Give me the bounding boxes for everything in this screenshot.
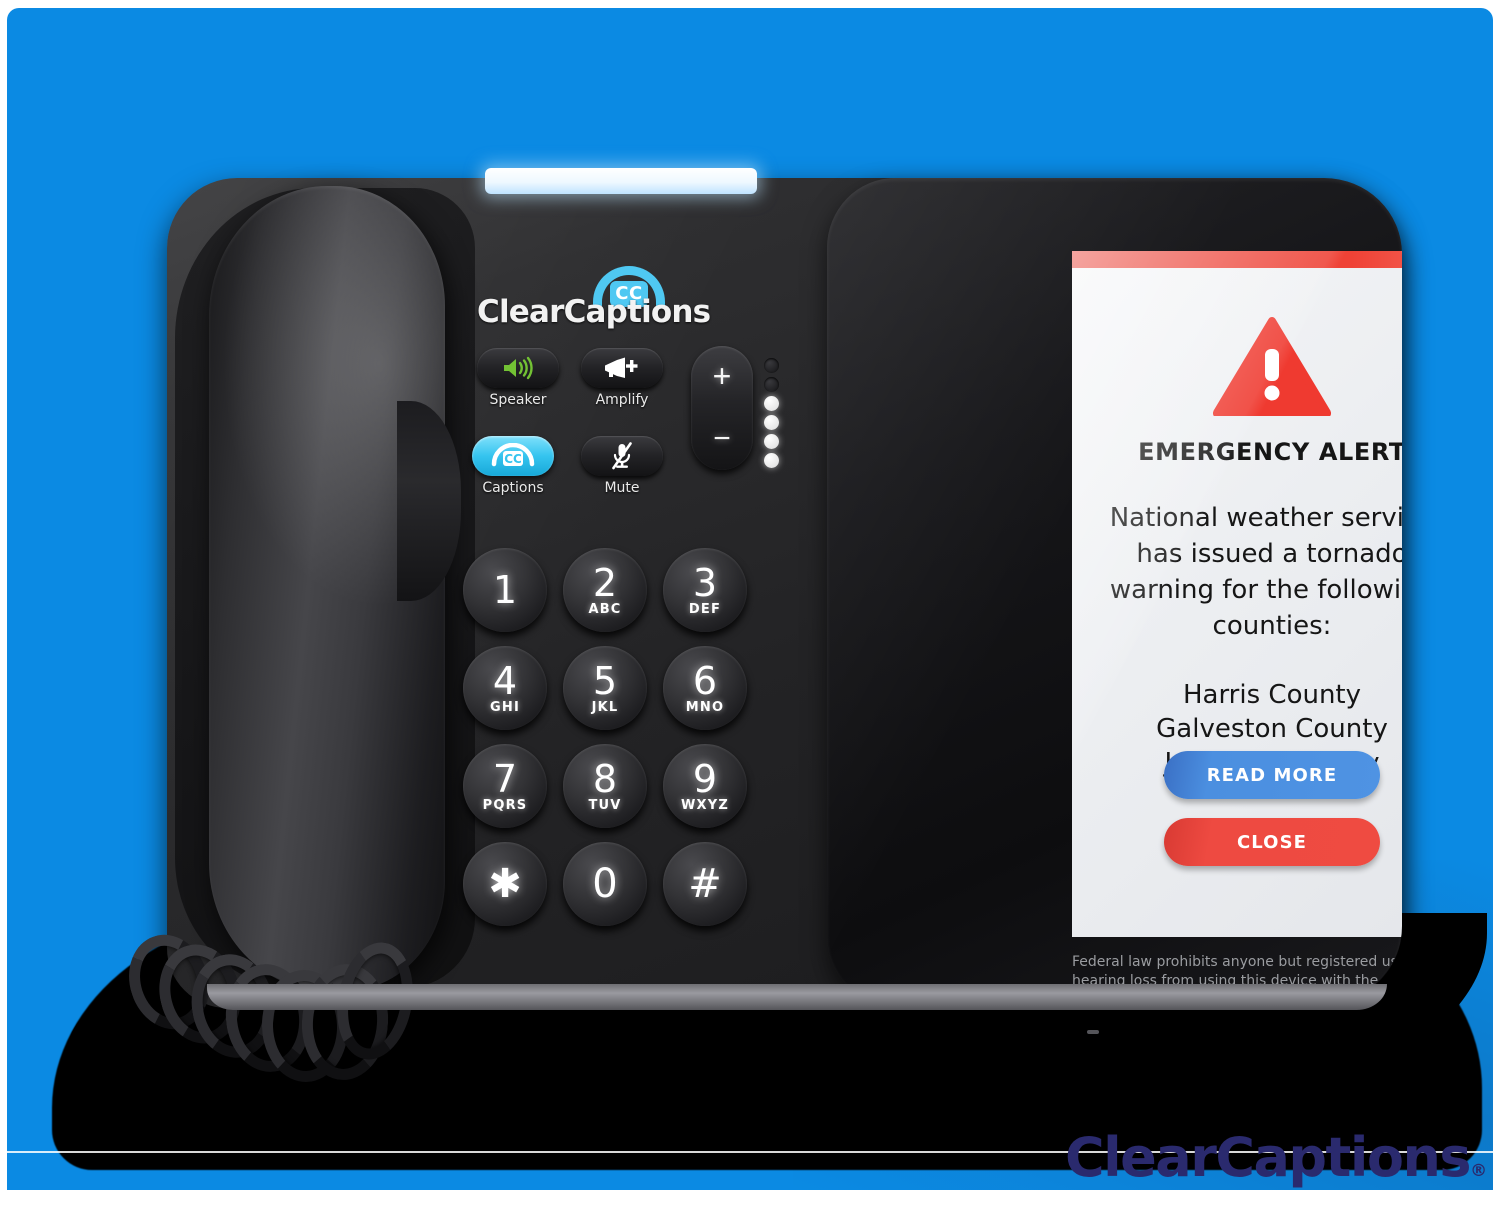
alert-title: EMERGENCY ALERT [1138,438,1402,466]
key-digit: ✱ [488,861,522,907]
volume-down-icon[interactable]: − [691,424,753,454]
key-digit: 1 [492,568,518,612]
volume-led [764,453,779,468]
message-light-bar-icon [485,168,757,194]
county-item: Galveston County [1156,714,1388,744]
volume-led [764,434,779,449]
key-digit: 7 [492,756,518,801]
key-4[interactable]: 4 GHI [463,646,547,730]
alert-message: National weather service has issued a to… [1109,503,1402,641]
key-letters: DEF [688,601,722,617]
key-letters: WXYZ [680,797,729,813]
volume-led [764,358,779,373]
display-module: EMERGENCY ALERT National weather service… [827,178,1402,1006]
key-letters: PQRS [482,797,528,813]
key-letters: GHI [490,699,520,715]
key-digit: 6 [692,658,718,703]
key-digit: 5 [592,658,618,703]
handset[interactable] [209,186,461,991]
key-star[interactable]: ✱ [463,842,547,926]
key-9[interactable]: 9 WXYZ [663,744,747,828]
megaphone-plus-icon [605,357,638,378]
captions-button[interactable]: CC [472,436,554,476]
key-digit: 4 [492,658,518,703]
speaker-label: Speaker [489,392,547,408]
volume-rocker[interactable]: + − [691,346,753,470]
svg-text:CC: CC [504,452,522,466]
key-digit: 0 [592,861,618,907]
key-6[interactable]: 6 MNO [663,646,747,730]
volume-led [764,377,779,392]
key-0[interactable]: 0 [563,842,647,926]
key-pound[interactable]: # [663,842,747,926]
brand-logo: CC ClearCaptions [477,266,711,330]
close-button[interactable]: CLOSE [1164,818,1380,866]
key-2[interactable]: 2 ABC [563,548,647,632]
volume-led [764,396,779,411]
brand-wordmark: ClearCaptions [477,294,711,330]
watermark-wordmark: ClearCaptions [1065,1126,1472,1189]
warning-triangle-icon [1213,316,1331,419]
volume-up-icon[interactable]: + [691,360,753,392]
amplify-button[interactable] [581,348,663,388]
mute-button[interactable] [581,436,663,476]
alert-actions: READ MORE CLOSE [1072,751,1402,866]
key-7[interactable]: 7 PQRS [463,744,547,828]
key-letters: TUV [588,797,622,813]
emergency-alert-dialog: EMERGENCY ALERT National weather service… [1072,268,1402,780]
key-3[interactable]: 3 DEF [663,548,747,632]
speaker-icon [504,356,533,380]
county-item: Harris County [1182,680,1362,710]
key-digit: 2 [592,560,618,605]
dial-keypad: 1 2 ABC 3 DEF 4 GHI 5 JKL 6 MNO 7 PQRS 8… [463,548,763,948]
clearcaptions-phone: CC ClearCaptions Speaker Amplify CC Capt… [117,168,1402,1084]
key-letters: MNO [685,699,725,715]
key-digit: # [688,861,722,907]
key-letters: JKL [591,699,619,715]
mute-label: Mute [604,480,640,496]
captions-label: Captions [482,480,544,496]
poster-canvas: CC ClearCaptions Speaker Amplify CC Capt… [7,8,1493,1190]
touchscreen[interactable]: EMERGENCY ALERT National weather service… [1072,251,1402,937]
alert-accent-bar [1072,251,1402,268]
volume-level-indicator [764,358,782,468]
registered-mark-icon: ® [1470,1161,1487,1181]
amplify-label: Amplify [595,392,649,408]
read-more-button[interactable]: READ MORE [1164,751,1380,799]
key-5[interactable]: 5 JKL [563,646,647,730]
clearcaptions-watermark: ClearCaptions® [1065,1126,1487,1189]
mic-muted-icon [612,442,632,470]
cc-icon: CC [491,443,535,467]
base-vent-dot [1087,1030,1099,1034]
key-letters: ABC [588,601,622,617]
phone-base-lip [207,984,1387,1010]
key-digit: 3 [692,560,718,605]
volume-led [764,415,779,430]
key-digit: 9 [692,756,718,801]
coiled-cord [112,908,442,1158]
speaker-button[interactable] [477,348,559,388]
key-1[interactable]: 1 [463,548,547,632]
key-8[interactable]: 8 TUV [563,744,647,828]
key-digit: 8 [592,756,618,801]
